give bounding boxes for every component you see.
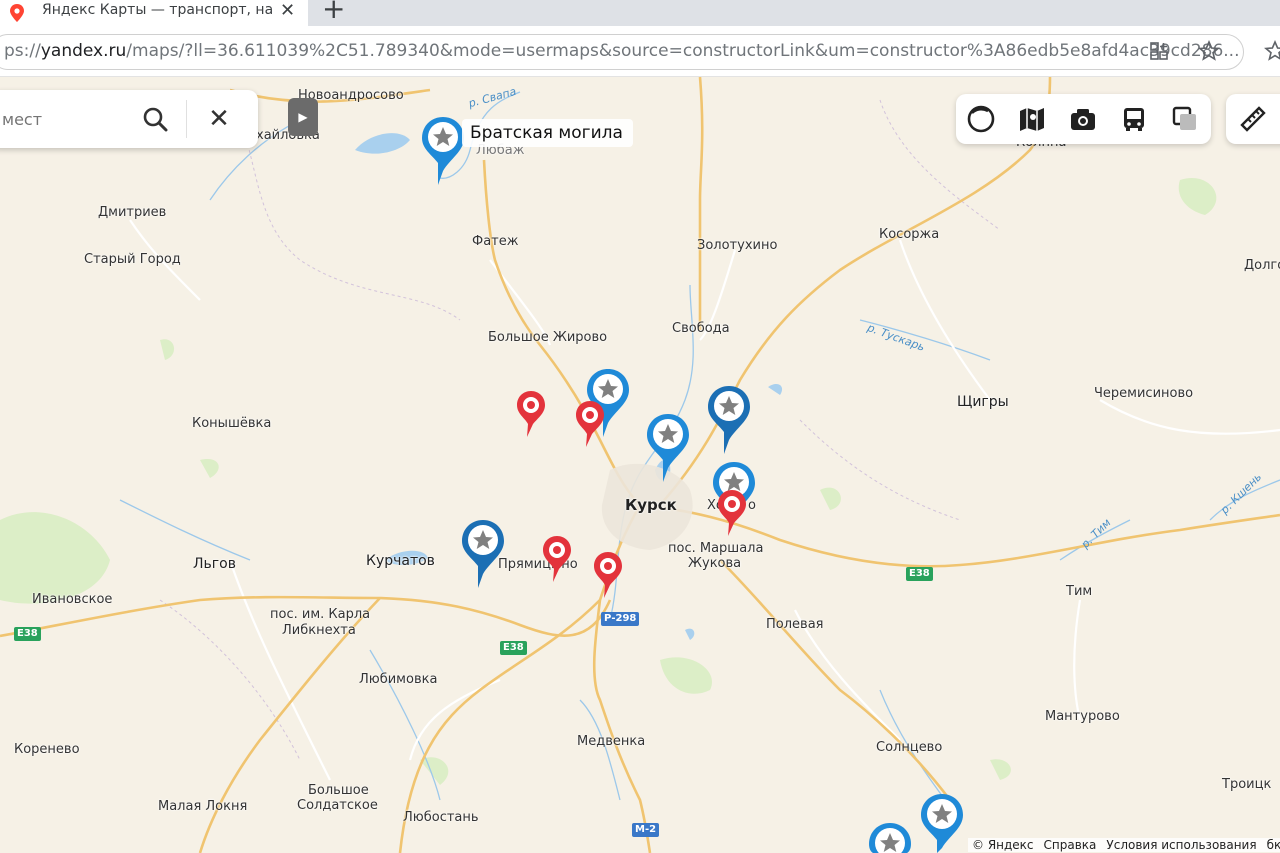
place-dolgo: Долго: [1244, 258, 1280, 273]
memorial-pin-icon[interactable]: [645, 412, 691, 484]
copyright-text: © Яндекс: [972, 838, 1034, 852]
place-korenevo: Коренево: [14, 742, 80, 757]
map-layers-toolbar: [956, 94, 1211, 144]
search-separator: [186, 100, 187, 138]
search-input[interactable]: [0, 109, 124, 130]
road-shield-e38: E38: [14, 627, 41, 641]
place-troitskoe: Троицк: [1222, 777, 1272, 792]
search-panel: ✕: [0, 90, 258, 148]
new-tab-icon[interactable]: +: [322, 0, 345, 24]
place-stary-gorod: Старый Город: [84, 252, 181, 267]
extensions-icon[interactable]: [1148, 40, 1170, 62]
memorial-pin-icon[interactable]: [919, 792, 965, 853]
collapse-panel-button[interactable]: ▶: [288, 98, 318, 136]
place-tim: Тим: [1066, 584, 1093, 599]
place-fatezh: Фатеж: [472, 234, 519, 249]
tab-title: Яндекс Карты — транспорт, нави: [42, 2, 272, 18]
memorial-pin-icon[interactable]: [460, 518, 506, 590]
tab-bar: Яндекс Карты — транспорт, нави ✕ +: [0, 0, 1280, 26]
layers-icon[interactable]: [1170, 104, 1200, 134]
place-lgov: Льгов: [193, 556, 236, 572]
bus-icon[interactable]: [1119, 104, 1149, 134]
place-shchigry: Щигры: [957, 394, 1009, 410]
red-marker-icon[interactable]: [592, 551, 624, 599]
red-marker-icon[interactable]: [716, 489, 748, 537]
terms-link[interactable]: Условия использования: [1106, 838, 1256, 852]
favorites-icon[interactable]: [1264, 40, 1280, 62]
panorama-icon[interactable]: [966, 104, 996, 134]
place-kursk: Курск: [625, 496, 677, 514]
place-zhukova: Жукова: [688, 556, 742, 571]
place-konyshevka: Конышёвка: [192, 416, 272, 431]
road-shield-r298: Р-298: [601, 612, 640, 626]
star-bookmark-icon[interactable]: [1198, 40, 1220, 62]
place-libknekhta: Либкнехта: [282, 623, 356, 638]
place-cheremisinovo: Черемисиново: [1094, 386, 1194, 401]
place-kurchatov: Курчатов: [366, 553, 435, 569]
place-bolshoe-zhirovo: Большое Жирово: [488, 330, 608, 345]
place-dmitriev: Дмитриев: [98, 205, 167, 220]
place-lyubostan: Любостань: [403, 810, 479, 825]
place-svoboda: Свобода: [672, 321, 730, 336]
red-marker-icon[interactable]: [574, 400, 606, 448]
place-solntsevo: Солнцево: [876, 740, 943, 755]
pin-label[interactable]: Братская могила: [462, 119, 633, 147]
place-mantourovo: Мантурово: [1045, 709, 1120, 724]
camera-icon[interactable]: [1068, 104, 1098, 134]
more-link[interactable]: бк: [1267, 838, 1280, 852]
place-karla: пос. им. Карла: [270, 607, 371, 622]
place-lyubimovka: Любимовка: [359, 672, 438, 687]
road-shield-e38: E38: [906, 567, 933, 581]
map-type-icon[interactable]: [1017, 104, 1047, 134]
road-shield-m2: М-2: [632, 823, 660, 837]
ruler-tool[interactable]: [1226, 94, 1280, 144]
close-icon[interactable]: ✕: [204, 102, 234, 136]
road-shield-e38: E38: [500, 641, 527, 655]
yandex-maps-favicon-icon: [10, 4, 24, 22]
url-text[interactable]: ps://yandex.ru/maps/?ll=36.611039%2C51.7…: [4, 41, 1239, 61]
place-bolshoe: Большое: [308, 783, 369, 798]
place-zolotukhino: Золотухино: [697, 238, 778, 253]
map-footer: © Яндекс Справка Условия использования бк: [968, 838, 1280, 852]
address-bar: ps://yandex.ru/maps/?ll=36.611039%2C51.7…: [0, 26, 1280, 77]
place-ivanovskoe: Ивановское: [32, 592, 113, 607]
ruler-icon[interactable]: [1238, 104, 1268, 134]
tab-close-icon[interactable]: ✕: [280, 0, 295, 22]
place-soldatskoe: Солдатское: [297, 798, 378, 813]
active-tab[interactable]: Яндекс Карты — транспорт, нави ✕: [0, 0, 308, 26]
memorial-pin-icon[interactable]: [420, 115, 466, 187]
place-marshala: пос. Маршала: [668, 541, 764, 556]
memorial-pin-icon[interactable]: [867, 821, 913, 853]
place-polevaya: Полевая: [766, 617, 824, 632]
place-medvenka: Медвенка: [577, 734, 646, 749]
help-link[interactable]: Справка: [1044, 838, 1097, 852]
red-marker-icon[interactable]: [541, 535, 573, 583]
memorial-pin-icon[interactable]: [706, 384, 752, 456]
search-icon[interactable]: [140, 104, 170, 134]
place-malaya-lokhnya: Малая Локня: [158, 799, 248, 814]
red-marker-icon[interactable]: [515, 390, 547, 438]
map-canvas[interactable]: Новоандросово хайловка Любаж Дмитриев Ст…: [0, 77, 1280, 853]
place-kosorzha: Косоржа: [879, 227, 940, 242]
